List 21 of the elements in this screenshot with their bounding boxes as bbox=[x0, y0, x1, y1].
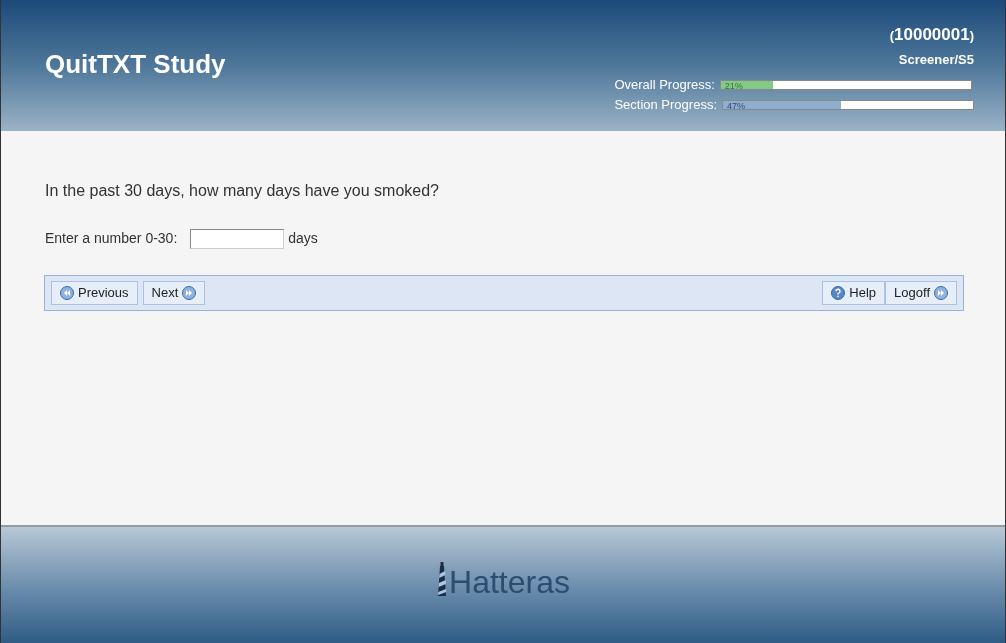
question-text: In the past 30 days, how many days have you smoked? bbox=[45, 181, 440, 201]
answer-field[interactable] bbox=[190, 228, 285, 249]
fast-forward-icon bbox=[934, 286, 948, 300]
help-icon bbox=[831, 286, 846, 300]
participant-id: (10000001) bbox=[889, 24, 974, 46]
progress-reading: 47% bbox=[727, 100, 745, 112]
unit-label: days bbox=[288, 229, 318, 248]
nav-button[interactable]: Next bbox=[142, 281, 206, 305]
progress-label: Overall Progress: bbox=[614, 77, 715, 93]
lighthouse-icon bbox=[436, 562, 449, 598]
fast-forward-icon bbox=[182, 286, 197, 300]
progress-reading: 21% bbox=[724, 80, 743, 92]
nav-button[interactable]: Help bbox=[822, 281, 886, 305]
answer-label: Enter a number 0-30: bbox=[45, 229, 178, 248]
rewind-icon bbox=[60, 286, 74, 300]
study-title: QuitTXT Study bbox=[45, 48, 226, 81]
progress-label: Section Progress: bbox=[614, 97, 717, 113]
nav-button[interactable]: Logoff bbox=[885, 281, 957, 305]
location-label: Screener/S5 bbox=[898, 50, 974, 69]
logo-text: Hatteras bbox=[449, 566, 570, 598]
nav-button[interactable]: Previous bbox=[51, 281, 138, 305]
